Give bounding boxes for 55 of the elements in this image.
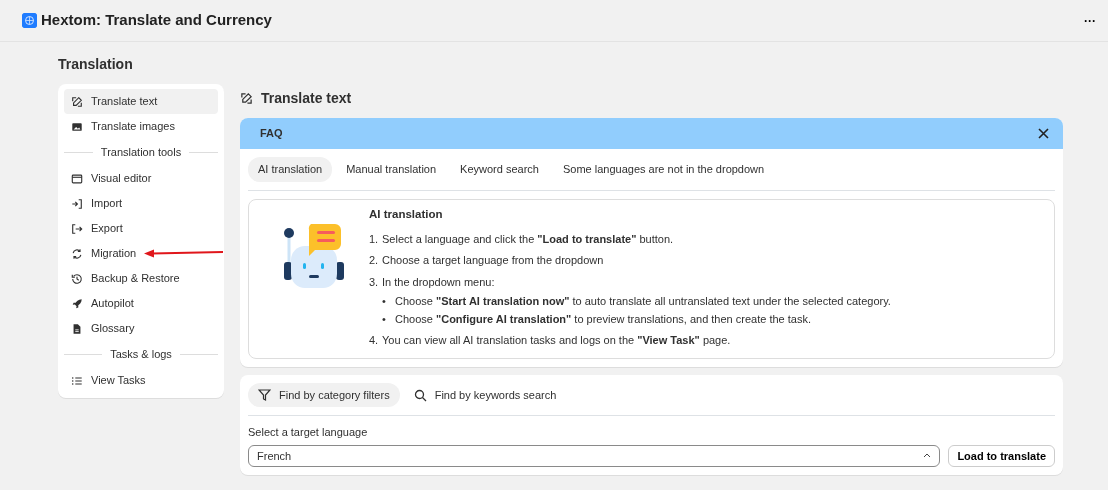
sidebar-item[interactable]: Glossary [64, 316, 218, 341]
app-logo-icon [22, 13, 37, 28]
more-menu-button[interactable]: ··· [1084, 11, 1096, 30]
image-icon [71, 120, 83, 133]
bullet-text: Choose "Configure AI translation" to preview translations, and then create the task. [395, 312, 811, 325]
tab[interactable]: Some languages are not in the dropdown [552, 157, 775, 182]
list-number: 3. [369, 274, 379, 290]
tab[interactable]: Find by category filters [248, 382, 400, 408]
sidebar-item[interactable]: Export [64, 216, 218, 241]
sidebar-item[interactable]: Visual editor [64, 166, 218, 191]
sidebar-item[interactable]: Autopilot [64, 291, 218, 316]
tab[interactable]: Keyword search [450, 157, 549, 182]
tab[interactable]: Find by keywords search [403, 382, 567, 408]
caret-icon [923, 453, 932, 459]
close-icon[interactable] [1038, 128, 1049, 139]
edit-icon [71, 95, 83, 108]
section-title: Translate text [261, 89, 352, 108]
list-icon [71, 374, 83, 387]
edit-icon [240, 92, 253, 105]
page-title: Translation [58, 55, 134, 74]
list-number: 1. [369, 231, 379, 247]
answer-title: AI translation [369, 206, 444, 222]
sidebar-item[interactable]: Translate text [64, 89, 218, 114]
step-text: Select a language and click the "Load to translate" button. [382, 232, 674, 245]
document-icon [71, 322, 83, 335]
load-to-translate-button[interactable]: Load to translate [948, 444, 1055, 467]
history-icon [71, 272, 83, 285]
bullet-mark: • [382, 294, 387, 310]
tab[interactable]: AI translation [248, 157, 333, 182]
sidebar-item[interactable]: Import [64, 191, 218, 216]
filter-icon [258, 389, 271, 401]
list-number: 4. [369, 333, 379, 349]
sidebar-heading: Translation tools [100, 145, 182, 161]
faq-title: FAQ [260, 126, 283, 142]
refresh-icon [71, 247, 83, 260]
window-icon [71, 172, 83, 185]
rocket-icon [71, 297, 83, 310]
list-number: 2. [369, 253, 379, 269]
sidebar-item[interactable]: Backup & Restore [64, 266, 218, 291]
field-label: Select a target language [248, 425, 369, 441]
sidebar-item[interactable]: View Tasks [64, 368, 218, 393]
tab[interactable]: Manual translation [336, 157, 447, 182]
import-icon [71, 197, 83, 210]
step-text: In the dropdown menu: [382, 275, 495, 288]
step-text: You can view all AI translation tasks and logs on the "View Task" page. [382, 334, 731, 347]
export-icon [71, 222, 83, 235]
language-select[interactable]: French [248, 444, 941, 467]
sidebar-heading: Tasks & logs [110, 347, 172, 363]
sidebar-item[interactable]: Translate images [64, 114, 218, 139]
app-title: Hextom: Translate and Currency [41, 10, 272, 31]
sidebar-item[interactable]: Migration [64, 241, 218, 266]
step-text: Choose a target language from the dropdown [382, 254, 604, 267]
search-icon [413, 388, 427, 402]
bullet-text: Choose "Start AI translation now" to auto translate all untranslated text under the selected category. [395, 295, 891, 308]
bullet-mark: • [382, 311, 387, 327]
